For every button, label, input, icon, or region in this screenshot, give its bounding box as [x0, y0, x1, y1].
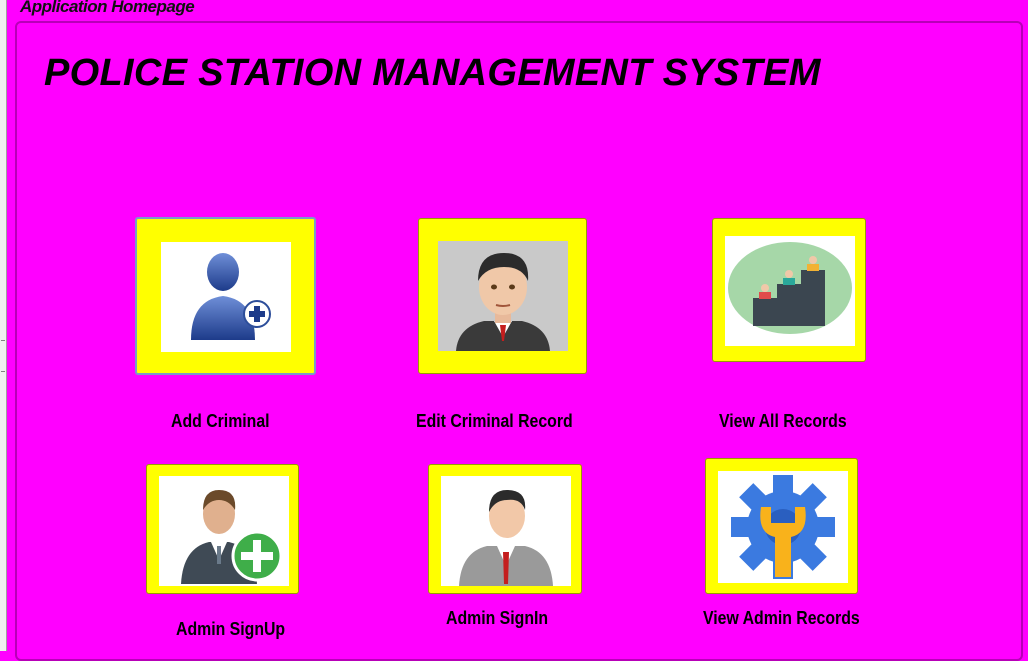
add-criminal-button[interactable] [135, 217, 316, 375]
admin-signin-button[interactable] [428, 464, 582, 594]
view-all-records-button[interactable] [712, 218, 866, 362]
admin-user-icon [441, 476, 571, 586]
settings-wrench-icon [718, 471, 848, 583]
records-chart-icon [725, 236, 855, 346]
view-admin-records-button[interactable] [705, 458, 858, 594]
edit-criminal-record-label: Edit Criminal Record [416, 411, 573, 431]
admin-add-icon [159, 476, 289, 586]
page-title: POLICE STATION MANAGEMENT SYSTEM [44, 52, 821, 94]
add-user-icon [161, 242, 291, 352]
window-edge [0, 0, 7, 651]
admin-signin-label: Admin SignIn [446, 608, 549, 628]
add-criminal-label: Add Criminal [171, 411, 270, 431]
window-title: Application Homepage [20, 0, 195, 16]
app-window: Application Homepage POLICE STATION MANA… [0, 0, 1028, 661]
officer-avatar-icon [438, 241, 568, 351]
view-admin-records-label: View Admin Records [703, 608, 860, 628]
edit-criminal-record-button[interactable] [418, 218, 587, 374]
admin-signup-button[interactable] [146, 464, 299, 594]
view-all-records-label: View All Records [719, 411, 847, 431]
admin-signup-label: Admin SignUp [176, 619, 286, 639]
